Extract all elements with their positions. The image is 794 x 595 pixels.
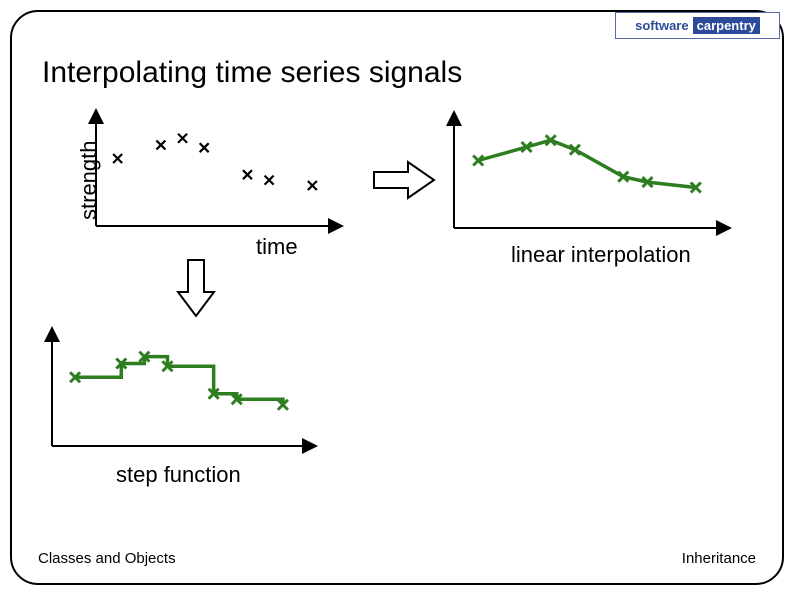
linear-line bbox=[478, 140, 696, 187]
logo-word-1: software bbox=[635, 18, 688, 33]
chart-scatter-source bbox=[88, 108, 348, 236]
footer-left: Classes and Objects bbox=[38, 550, 176, 567]
arrow-right bbox=[372, 160, 438, 200]
x-axis-label: time bbox=[256, 234, 298, 260]
arrow-down bbox=[176, 258, 216, 320]
step-line bbox=[75, 357, 283, 405]
logo: software carpentry bbox=[615, 12, 780, 39]
chart-linear-interpolation bbox=[446, 110, 736, 238]
slide-title: Interpolating time series signals bbox=[42, 56, 462, 90]
slide-border bbox=[10, 10, 784, 585]
linear-interp-label: linear interpolation bbox=[511, 242, 691, 268]
arrow-down-icon bbox=[178, 260, 214, 316]
footer-right: Inheritance bbox=[682, 550, 756, 567]
scatter-points bbox=[113, 134, 317, 190]
logo-word-2: carpentry bbox=[693, 17, 760, 34]
arrow-right-icon bbox=[374, 162, 434, 198]
chart-step-function bbox=[44, 326, 322, 456]
step-points bbox=[70, 352, 288, 410]
step-function-label: step function bbox=[116, 462, 241, 488]
